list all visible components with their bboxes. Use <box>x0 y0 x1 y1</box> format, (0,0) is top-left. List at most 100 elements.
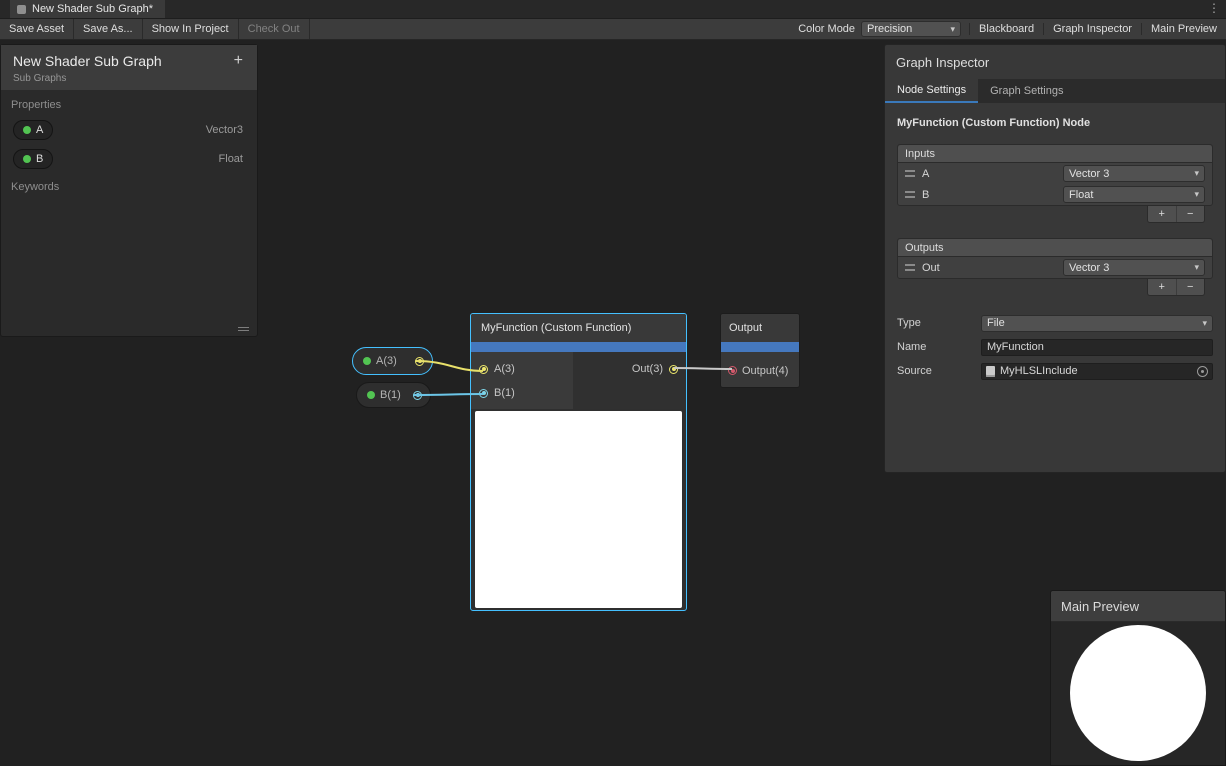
output-node-port-row: Output(4) <box>721 352 799 388</box>
input-port-a-label: A(3) <box>494 363 515 375</box>
input-port-a[interactable] <box>479 365 488 374</box>
blackboard-subtitle: Sub Graphs <box>13 73 247 84</box>
input-b-type-value: Float <box>1069 189 1093 201</box>
type-value: File <box>987 317 1005 329</box>
exposed-dot-icon <box>367 391 375 399</box>
output-node-title[interactable]: Output <box>721 314 799 342</box>
blackboard-property-row-a[interactable]: A Vector3 <box>1 115 257 144</box>
input-a-type-dropdown[interactable]: Vector 3 ▾ <box>1063 165 1205 182</box>
property-pill-a[interactable]: A <box>13 120 53 140</box>
color-mode-label: Color Mode <box>792 23 861 35</box>
blackboard-header[interactable]: New Shader Sub Graph + Sub Graphs <box>1 45 257 91</box>
output-node-input-port[interactable] <box>728 366 737 375</box>
save-as-button[interactable]: Save As... <box>74 19 143 39</box>
check-out-button[interactable]: Check Out <box>239 19 310 39</box>
save-asset-button[interactable]: Save Asset <box>0 19 74 39</box>
input-b-name: B <box>922 189 929 201</box>
inputs-row-b[interactable]: B Float ▾ <box>898 184 1212 205</box>
output-node[interactable]: Output Output(4) <box>720 313 800 388</box>
remove-input-button[interactable]: − <box>1176 206 1205 222</box>
output-out-type-value: Vector 3 <box>1069 262 1109 274</box>
add-property-button[interactable]: + <box>230 52 247 70</box>
preview-sphere <box>1070 625 1206 761</box>
wire-b-to-myfunction[interactable] <box>414 394 483 395</box>
myfunction-node-title[interactable]: MyFunction (Custom Function) <box>471 314 686 342</box>
input-a-type-value: Vector 3 <box>1069 168 1109 180</box>
color-mode-dropdown[interactable]: Precision ▾ <box>861 21 961 37</box>
output-node-port-label: Output(4) <box>742 365 788 377</box>
output-port-row-out: Out(3) <box>573 357 686 381</box>
name-input[interactable] <box>981 339 1213 356</box>
graph-window-tab[interactable]: New Shader Sub Graph* <box>10 0 165 18</box>
inputs-list-footer: + − <box>885 206 1205 223</box>
source-object-field[interactable]: MyHLSLInclude <box>981 363 1213 380</box>
hlsl-file-icon <box>986 366 995 377</box>
tab-node-settings[interactable]: Node Settings <box>885 79 978 103</box>
color-mode-value: Precision <box>867 23 912 35</box>
graph-inspector-title[interactable]: Graph Inspector <box>885 45 1225 79</box>
property-b-type: Float <box>219 153 243 165</box>
graph-inspector-toggle-button[interactable]: Graph Inspector <box>1043 23 1141 35</box>
shader-graph-asset-icon <box>16 4 27 15</box>
outputs-list-header: Outputs <box>898 239 1212 257</box>
exposed-dot-icon <box>23 126 31 134</box>
window-tab-bar: New Shader Sub Graph* ⋮ <box>0 0 1226 18</box>
drag-handle-icon[interactable] <box>905 264 915 271</box>
inputs-row-a[interactable]: A Vector 3 ▾ <box>898 163 1212 184</box>
tab-title: New Shader Sub Graph* <box>32 3 153 15</box>
output-ports-column: Out(3) <box>573 352 686 409</box>
resize-handle-icon[interactable] <box>238 325 249 331</box>
add-input-button[interactable]: + <box>1148 206 1176 222</box>
myfunction-node-ports: A(3) B(1) Out(3) <box>471 352 686 409</box>
input-b-type-dropdown[interactable]: Float ▾ <box>1063 186 1205 203</box>
remove-output-button[interactable]: − <box>1176 279 1205 295</box>
add-output-button[interactable]: + <box>1148 279 1176 295</box>
blackboard-panel: New Shader Sub Graph + Sub Graphs Proper… <box>0 44 258 337</box>
node-accent-bar <box>721 342 799 352</box>
inspector-tab-bar: Node Settings Graph Settings <box>885 79 1225 103</box>
exposed-dot-icon <box>363 357 371 365</box>
input-port-b-label: B(1) <box>494 387 515 399</box>
object-picker-icon[interactable] <box>1197 366 1208 377</box>
main-preview-panel: Main Preview <box>1050 590 1226 766</box>
blackboard-property-row-b[interactable]: B Float <box>1 144 257 173</box>
name-label: Name <box>897 341 981 353</box>
blackboard-title: New Shader Sub Graph <box>13 53 162 69</box>
outputs-list: Outputs Out Vector 3 ▾ <box>897 238 1213 279</box>
input-a-name: A <box>922 168 929 180</box>
inputs-list: Inputs A Vector 3 ▾ B Float ▾ <box>897 144 1213 206</box>
exposed-dot-icon <box>23 155 31 163</box>
property-b-name: B <box>36 153 43 165</box>
input-port-b[interactable] <box>479 389 488 398</box>
graph-inspector-panel: Graph Inspector Node Settings Graph Sett… <box>884 44 1226 473</box>
drag-handle-icon[interactable] <box>905 170 915 177</box>
myfunction-node[interactable]: MyFunction (Custom Function) A(3) B(1) O… <box>470 313 687 611</box>
property-pill-b[interactable]: B <box>13 149 53 169</box>
tab-graph-settings[interactable]: Graph Settings <box>978 79 1075 103</box>
main-preview-body <box>1051 622 1225 766</box>
main-preview-title[interactable]: Main Preview <box>1051 591 1225 622</box>
property-a-name: A <box>36 124 43 136</box>
property-node-a-label: A(3) <box>376 355 397 367</box>
outputs-row-out[interactable]: Out Vector 3 ▾ <box>898 257 1212 278</box>
caret-down-icon: ▾ <box>951 25 956 34</box>
type-label: Type <box>897 317 981 329</box>
property-node-b-label: B(1) <box>380 389 401 401</box>
input-ports-column: A(3) B(1) <box>471 352 573 409</box>
source-value: MyHLSLInclude <box>1000 365 1078 377</box>
wire-out-to-output[interactable] <box>674 368 732 369</box>
output-out-type-dropdown[interactable]: Vector 3 ▾ <box>1063 259 1205 276</box>
overflow-menu-icon[interactable]: ⋮ <box>1208 1 1220 15</box>
caret-down-icon: ▾ <box>1194 169 1199 178</box>
properties-section-label: Properties <box>1 91 257 115</box>
toolbar: Save Asset Save As... Show In Project Ch… <box>0 18 1226 40</box>
drag-handle-icon[interactable] <box>905 191 915 198</box>
input-port-row-b: B(1) <box>471 381 573 405</box>
blackboard-toggle-button[interactable]: Blackboard <box>969 23 1043 35</box>
type-dropdown[interactable]: File ▾ <box>981 315 1213 332</box>
caret-down-icon: ▾ <box>1194 263 1199 272</box>
show-in-project-button[interactable]: Show In Project <box>143 19 239 39</box>
output-out-name: Out <box>922 262 940 274</box>
main-preview-toggle-button[interactable]: Main Preview <box>1141 23 1226 35</box>
node-accent-bar <box>471 342 686 352</box>
